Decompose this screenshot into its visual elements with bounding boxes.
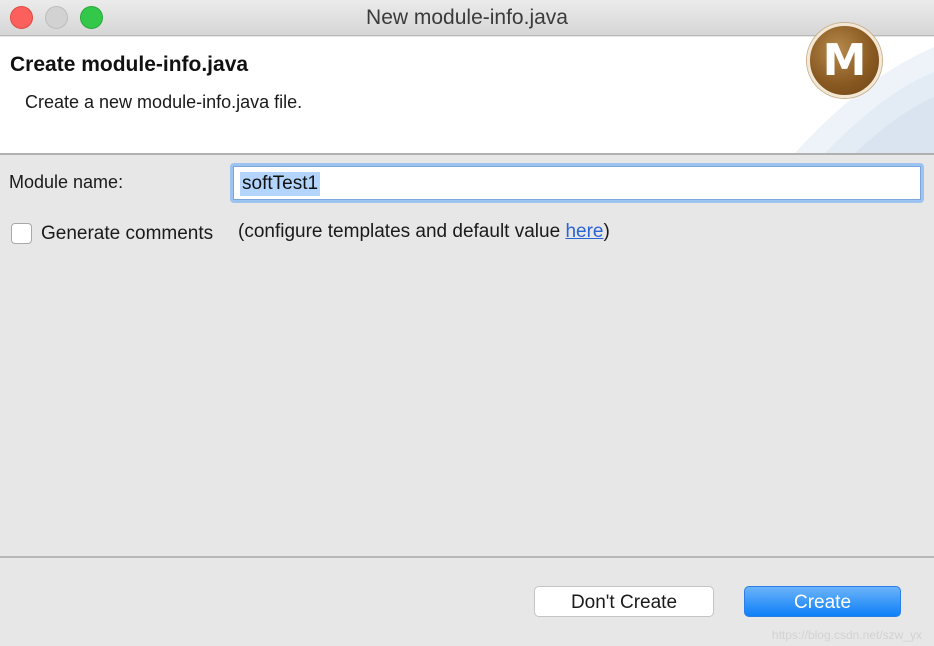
configure-here-link[interactable]: here xyxy=(565,221,603,242)
watermark-text: https://blog.csdn.net/szw_yx xyxy=(771,628,922,642)
module-name-input[interactable] xyxy=(233,166,921,200)
dont-create-button[interactable]: Don't Create xyxy=(534,586,714,617)
module-name-label: Module name: xyxy=(9,172,124,192)
banner-title: Create module-info.java xyxy=(10,53,249,76)
title-bar[interactable]: New module-info.java xyxy=(0,0,934,36)
module-name-focus-ring xyxy=(230,163,924,203)
window-title: New module-info.java xyxy=(366,6,568,29)
module-logo-icon: M xyxy=(807,23,882,98)
logo-letter: M xyxy=(822,35,867,86)
banner-separator xyxy=(0,153,934,155)
dialog-window: New module-info.java Create module-info.… xyxy=(0,0,934,646)
generate-comments-checkbox[interactable] xyxy=(11,223,32,244)
configure-suffix: ) xyxy=(603,221,610,242)
configure-prefix: (configure templates and default value xyxy=(238,221,566,242)
generate-comments-label[interactable]: Generate comments xyxy=(41,223,213,245)
create-button[interactable]: Create xyxy=(744,586,901,617)
banner-description: Create a new module-info.java file. xyxy=(25,92,303,112)
button-bar-separator xyxy=(0,556,934,558)
wizard-banner: Create module-info.java Create a new mod… xyxy=(0,37,934,154)
configure-templates-text: (configure templates and default value h… xyxy=(238,221,610,243)
module-name-selection: softTest1 xyxy=(240,172,321,196)
